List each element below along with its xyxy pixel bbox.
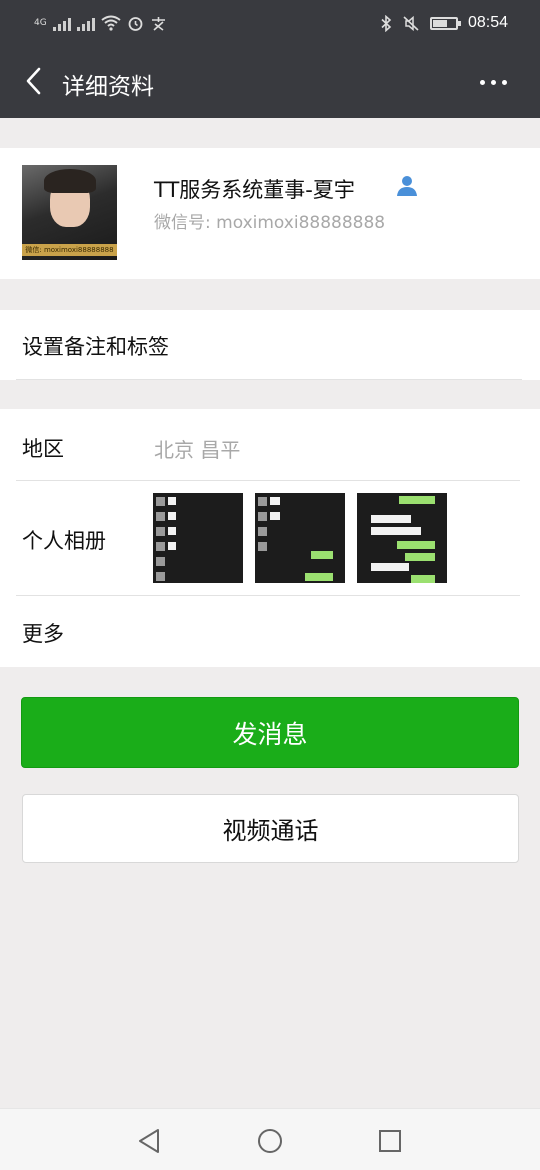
avatar[interactable]: 微信: moximoxi88888888 xyxy=(22,165,117,260)
more-dots-icon[interactable] xyxy=(480,70,514,94)
wifi-icon xyxy=(101,15,121,31)
recents-square-icon[interactable] xyxy=(376,1127,404,1155)
divider xyxy=(16,595,520,596)
status-left: 4G xyxy=(34,12,167,34)
avatar-banner: 微信: moximoxi88888888 xyxy=(22,244,117,256)
divider xyxy=(16,480,520,481)
title-bar: 详细资料 xyxy=(0,46,540,118)
more-label[interactable]: 更多 xyxy=(22,618,64,648)
album-thumbnail[interactable] xyxy=(153,493,243,583)
signal-icon xyxy=(52,15,71,31)
wechat-id: 微信号: moximoxi88888888 xyxy=(154,213,386,233)
remark-card[interactable]: 设置备注和标签 xyxy=(0,310,540,380)
send-message-button[interactable]: 发消息 xyxy=(21,697,519,768)
set-remark-tags[interactable]: 设置备注和标签 xyxy=(22,331,169,361)
region-label: 地区 xyxy=(22,437,64,461)
system-nav-bar xyxy=(0,1108,540,1170)
video-call-button[interactable]: 视频通话 xyxy=(22,794,519,863)
album-label[interactable]: 个人相册 xyxy=(22,525,106,555)
profile-card: 微信: moximoxi88888888 TT服务系统董事-夏宇 微信号: mo… xyxy=(0,148,540,279)
contact-person-icon xyxy=(397,176,417,196)
status-time: 08:54 xyxy=(467,14,508,31)
region-value: 北京 昌平 xyxy=(154,438,241,462)
alarm-icon xyxy=(128,16,143,31)
divider xyxy=(16,379,522,380)
back-triangle-icon[interactable] xyxy=(136,1127,164,1155)
album-thumbnail[interactable] xyxy=(357,493,447,583)
status-bar: 4G 08:54 xyxy=(0,0,540,46)
network-type: 4G xyxy=(34,18,47,28)
details-card: 地区 北京 昌平 个人相册 更多 xyxy=(0,409,540,667)
signal-icon xyxy=(76,15,95,31)
bluetooth-icon xyxy=(381,14,392,32)
status-right: 08:54 xyxy=(380,12,508,34)
home-circle-icon[interactable] xyxy=(256,1127,284,1155)
mute-icon xyxy=(403,15,419,31)
chevron-left-icon[interactable] xyxy=(20,66,50,96)
contact-name: TT服务系统董事-夏宇 xyxy=(154,178,355,202)
page-title: 详细资料 xyxy=(62,74,154,100)
battery-icon xyxy=(429,16,461,30)
album-thumbnail[interactable] xyxy=(255,493,345,583)
app-notification-icon xyxy=(151,16,165,31)
